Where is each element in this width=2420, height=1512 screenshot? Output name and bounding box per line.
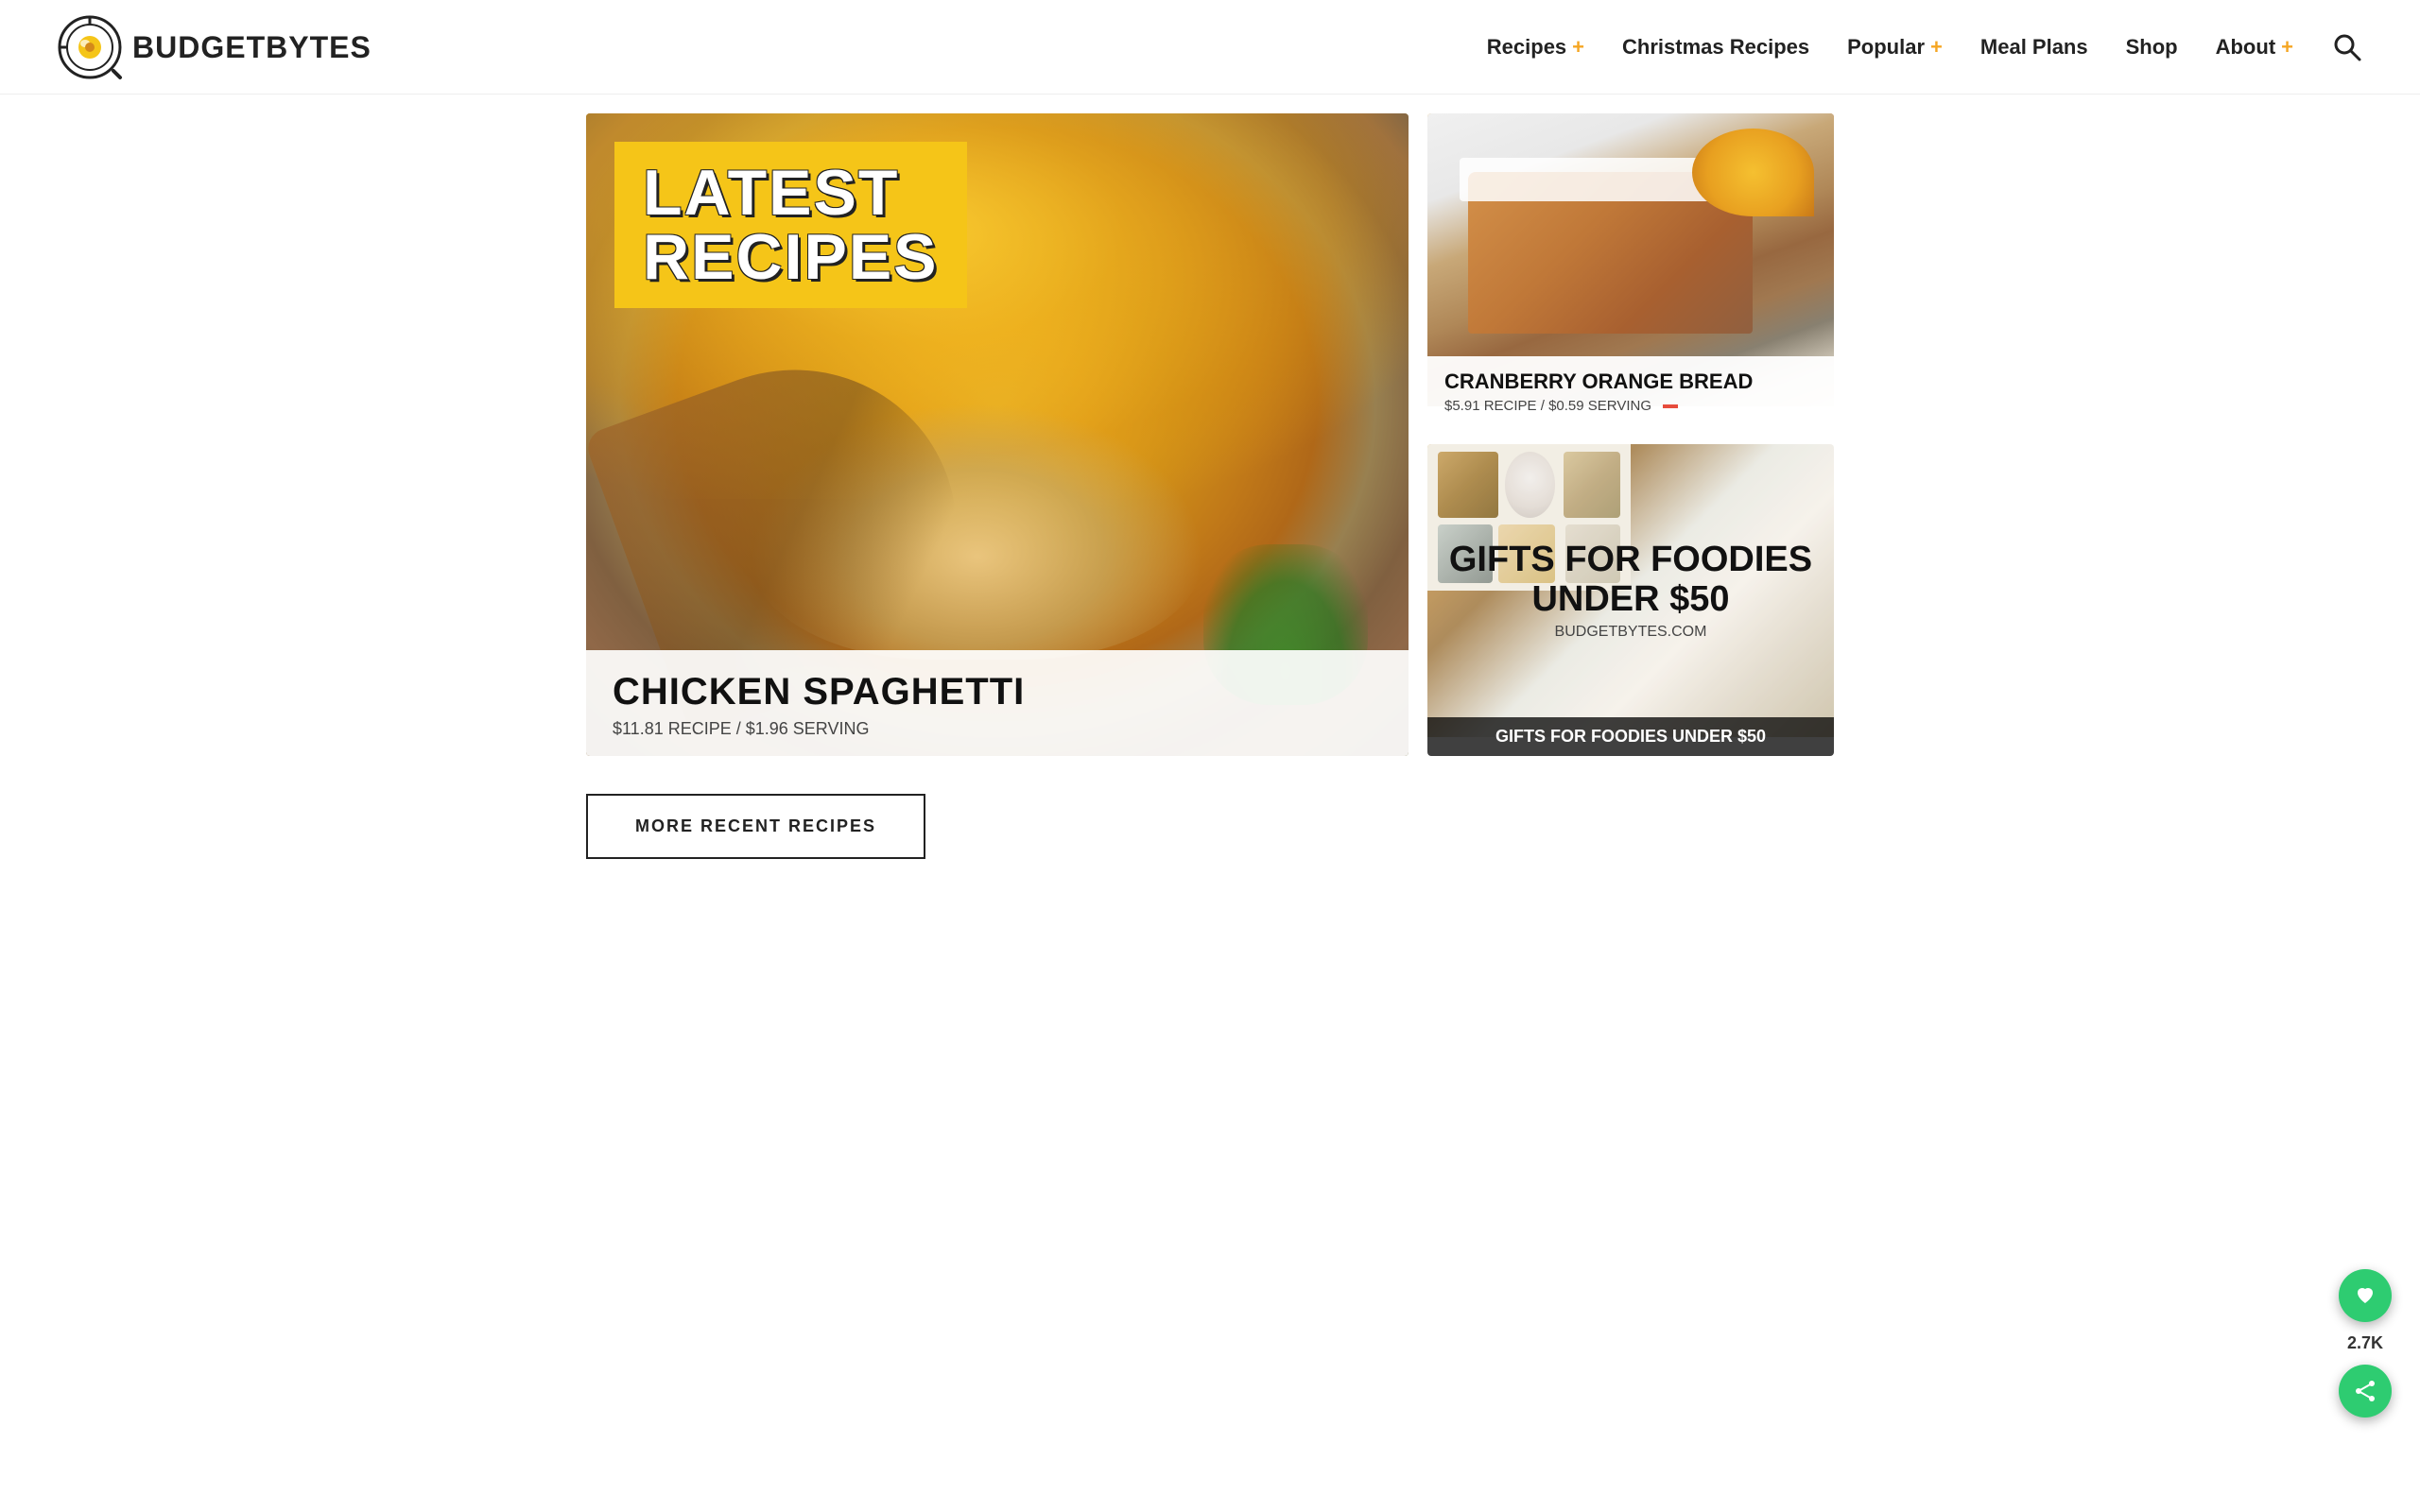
recipes-plus-icon: + [1572, 35, 1584, 60]
hero-main-price: $11.81 RECIPE / $1.96 SERVING [613, 719, 1382, 739]
logo-icon [57, 14, 123, 80]
cranberry-bread-card[interactable]: CRANBERRY ORANGE BREAD $5.91 RECIPE / $0… [1427, 113, 1834, 425]
latest-recipes-line1: LATEST [643, 161, 939, 225]
main-nav: Recipes + Christmas Recipes Popular + Me… [1487, 31, 2363, 63]
header: BUDGETBYTES Recipes + Christmas Recipes … [0, 0, 2420, 94]
nav-item-shop[interactable]: Shop [2126, 35, 2178, 60]
main-content: LATEST RECIPES CHICKEN SPAGHETTI $11.81 … [548, 113, 1872, 859]
logo[interactable]: BUDGETBYTES [57, 14, 372, 80]
logo-text: BUDGETBYTES [132, 32, 372, 62]
gifts-ad-main-text: GIFTS FOR FOODIES UNDER $50 [1427, 541, 1834, 620]
nav-item-recipes[interactable]: Recipes + [1487, 35, 1584, 60]
hero-right-column: CRANBERRY ORANGE BREAD $5.91 RECIPE / $0… [1427, 113, 1834, 756]
share-icon [2353, 1379, 2377, 1403]
gifts-ad-overlay: GIFTS FOR FOODIES UNDER $50 BUDGETBYTES.… [1427, 444, 1834, 737]
nav-item-christmas[interactable]: Christmas Recipes [1622, 35, 1809, 60]
cranberry-bread-title: CRANBERRY ORANGE BREAD [1444, 369, 1817, 394]
fab-container: 2.7K [2339, 1269, 2392, 1418]
gifts-ad-image: GIFTS FOR FOODIES UNDER $50 BUDGETBYTES.… [1427, 444, 1834, 737]
search-button[interactable] [2331, 31, 2363, 63]
about-plus-icon: + [2281, 35, 2293, 60]
hero-main-recipe[interactable]: LATEST RECIPES CHICKEN SPAGHETTI $11.81 … [586, 113, 1409, 756]
cranberry-bread-caption: CRANBERRY ORANGE BREAD $5.91 RECIPE / $0… [1427, 356, 1834, 425]
gifts-ad-caption: GIFTS FOR FOODIES UNDER $50 [1427, 717, 1834, 756]
search-icon [2331, 31, 2363, 63]
hero-main-caption: CHICKEN SPAGHETTI $11.81 RECIPE / $1.96 … [586, 650, 1409, 756]
cranberry-bread-price: $5.91 RECIPE / $0.59 SERVING [1444, 398, 1817, 414]
latest-recipes-line2: RECIPES [643, 225, 939, 289]
fab-count: 2.7K [2339, 1333, 2392, 1353]
nav-item-meal-plans[interactable]: Meal Plans [1980, 35, 2088, 60]
popular-plus-icon: + [1930, 35, 1943, 60]
nav-item-popular[interactable]: Popular + [1847, 35, 1943, 60]
latest-recipes-badge: LATEST RECIPES [614, 142, 967, 308]
nav-item-about[interactable]: About + [2216, 35, 2293, 60]
hero-grid: LATEST RECIPES CHICKEN SPAGHETTI $11.81 … [586, 113, 1834, 756]
fab-heart-button[interactable] [2339, 1269, 2392, 1322]
fab-share-button[interactable] [2339, 1365, 2392, 1418]
more-recent-recipes-button[interactable]: MORE RECENT RECIPES [586, 794, 925, 859]
gifts-ad-sub-text: BUDGETBYTES.COM [1555, 624, 1707, 641]
price-badge [1663, 404, 1678, 408]
gifts-ad-card[interactable]: GIFTS FOR FOODIES UNDER $50 BUDGETBYTES.… [1427, 444, 1834, 756]
heart-icon [2353, 1283, 2377, 1308]
hero-main-title: CHICKEN SPAGHETTI [613, 671, 1382, 713]
more-recipes-section: MORE RECENT RECIPES [586, 794, 1834, 859]
